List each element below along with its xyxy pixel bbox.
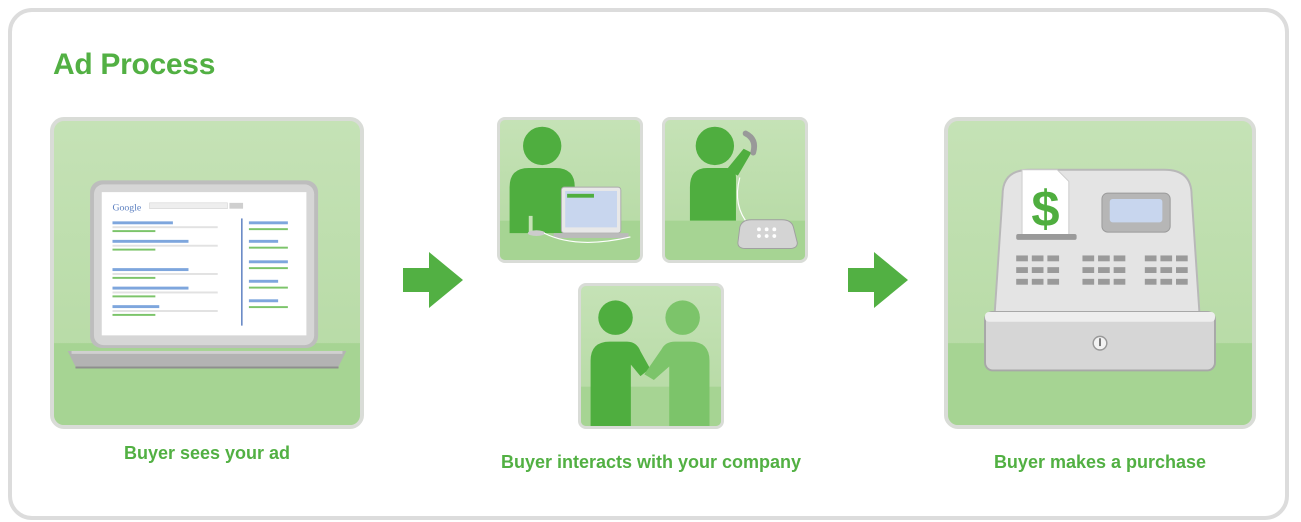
person-at-laptop-icon: [500, 126, 640, 260]
step-3-tile: $: [944, 117, 1256, 429]
step-1-caption: Buyer sees your ad: [123, 443, 291, 463]
step-1-tile: Google: [50, 117, 364, 429]
step-2-caption: Buyer interacts with your company: [500, 452, 802, 472]
screen-brand-text: Google: [112, 203, 141, 214]
arrow-right-icon: [848, 252, 908, 308]
step-2-tile-phone: [662, 117, 808, 263]
handshake-icon: [581, 300, 721, 426]
arrow-right-icon: [403, 252, 463, 308]
step-3-caption: Buyer makes a purchase: [993, 452, 1207, 472]
step-2-tile-handshake: [578, 283, 724, 429]
diagram-title: Ad Process: [53, 48, 216, 81]
register-symbol-text: $: [1031, 180, 1059, 237]
step-2-tile-laptop: [497, 117, 643, 263]
laptop-icon: Google: [54, 180, 360, 425]
cash-register-icon: $: [948, 168, 1252, 425]
person-on-phone-icon: [665, 126, 805, 260]
